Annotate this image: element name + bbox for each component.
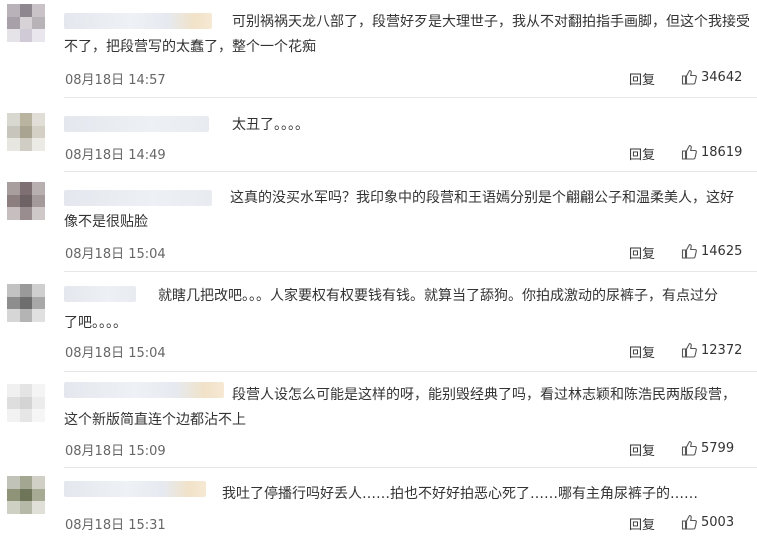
comment-date: 08月18日 14:49: [65, 148, 166, 163]
reply-button[interactable]: 回复: [629, 514, 655, 533]
like-count: 18619: [701, 144, 743, 160]
comment-item: 就瞎几把改吧。。。人家要权有权要钱有钱。就算当了舔狗。你拍成激动的尿裤子，有点过…: [0, 272, 757, 371]
like-button[interactable]: 18619: [681, 144, 742, 160]
avatar[interactable]: [7, 476, 45, 514]
comment-text: 我吐了停播行吗好丢人……拍也不好好拍恶心死了……哪有主角尿裤子的……: [222, 486, 698, 502]
username-blurred[interactable]: [64, 190, 212, 206]
comment-date: 08月18日 15:31: [65, 518, 166, 533]
like-count: 14625: [701, 243, 743, 259]
like-button[interactable]: 14625: [681, 243, 742, 259]
username-blurred[interactable]: [64, 481, 206, 497]
thumbs-up-icon: [681, 144, 697, 160]
thumbs-up-icon: [681, 243, 697, 259]
thumbs-up-icon: [681, 514, 697, 530]
avatar[interactable]: [7, 113, 45, 151]
comment-text: 太丑了。。。。: [232, 117, 309, 133]
username-blurred[interactable]: [64, 382, 224, 398]
reply-button[interactable]: 回复: [629, 440, 655, 459]
like-count: 5003: [701, 514, 735, 530]
username-blurred[interactable]: [64, 13, 212, 29]
comment-text-continued: 像不是很贴脸: [64, 214, 148, 230]
reply-button[interactable]: 回复: [629, 243, 655, 262]
comment-date: 08月18日 15:09: [65, 444, 166, 459]
like-button[interactable]: 5799: [681, 440, 734, 456]
comment-text: 段营人设怎么可能是这样的呀，能别毁经典了吗，看过林志颖和陈浩民两版段营，: [232, 387, 736, 403]
comment-item: 太丑了。。。。 08月18日 14:49 回复 18619: [0, 98, 757, 171]
avatar[interactable]: [7, 284, 45, 322]
avatar[interactable]: [7, 4, 45, 42]
comment-item: 段营人设怎么可能是这样的呀，能别毁经典了吗，看过林志颖和陈浩民两版段营， 这个新…: [0, 372, 757, 467]
comment-text-continued: 这个新版简直连个边都沾不上: [64, 412, 246, 428]
username-blurred[interactable]: [64, 116, 209, 132]
reply-button[interactable]: 回复: [629, 69, 655, 88]
like-count: 12372: [701, 342, 743, 358]
thumbs-up-icon: [681, 440, 697, 456]
comment-item: 我吐了停播行吗好丢人……拍也不好好拍恶心死了……哪有主角尿裤子的…… 08月18…: [0, 468, 757, 542]
comment-date: 08月18日 14:57: [65, 73, 166, 88]
thumbs-up-icon: [681, 342, 697, 358]
username-blurred[interactable]: [64, 286, 136, 302]
like-button[interactable]: 12372: [681, 342, 742, 358]
comment-text: 可别祸祸天龙八部了，段营好歹是大理世子，我从不对翻拍指手画脚，但这个我接受: [232, 14, 750, 30]
comment-text: 就瞎几把改吧。。。人家要权有权要钱有钱。就算当了舔狗。你拍成激动的尿裤子，有点过…: [158, 288, 718, 304]
comment-text: 这真的没买水军吗？我印象中的段营和王语嫣分别是个翩翩公子和温柔美人，这好: [230, 190, 734, 206]
comment-item: 这真的没买水军吗？我印象中的段营和王语嫣分别是个翩翩公子和温柔美人，这好 像不是…: [0, 172, 757, 271]
like-button[interactable]: 34642: [681, 69, 742, 85]
like-count: 5799: [701, 440, 735, 456]
reply-button[interactable]: 回复: [629, 144, 655, 163]
comment-item: 可别祸祸天龙八部了，段营好歹是大理世子，我从不对翻拍指手画脚，但这个我接受 不了…: [0, 0, 757, 97]
comment-text-continued: 不了，把段营写的太蠢了，整个一个花痴: [64, 39, 316, 55]
like-count: 34642: [701, 69, 743, 85]
comment-date: 08月18日 15:04: [65, 247, 166, 262]
avatar[interactable]: [7, 384, 45, 422]
comment-date: 08月18日 15:04: [65, 346, 166, 361]
like-button[interactable]: 5003: [681, 514, 734, 530]
thumbs-up-icon: [681, 69, 697, 85]
comment-text-continued: 了吧。。。。: [64, 315, 127, 331]
reply-button[interactable]: 回复: [629, 342, 655, 361]
avatar[interactable]: [7, 182, 45, 220]
